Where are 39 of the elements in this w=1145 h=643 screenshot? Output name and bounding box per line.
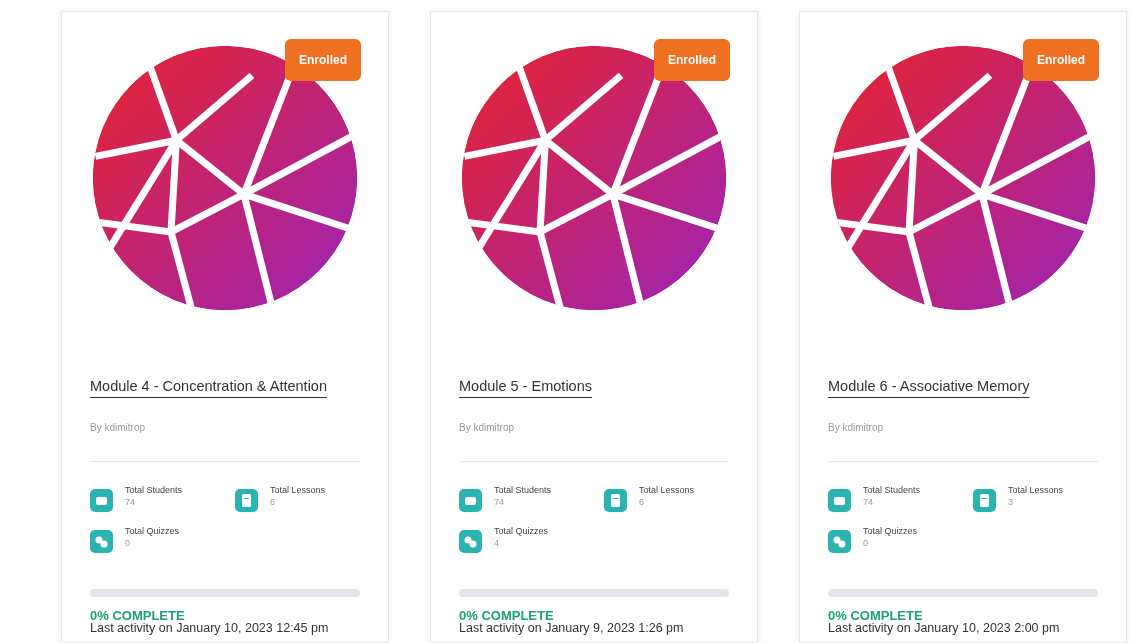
stat-label: Total Lessons: [639, 484, 695, 496]
stat-value: 0: [863, 537, 869, 549]
stat-label: Total Students: [494, 484, 552, 496]
stat-value: 3: [1008, 496, 1014, 508]
progress-label: 0% COMPLETE: [90, 610, 186, 622]
author-text: By kdimitrop: [828, 421, 884, 435]
course-title-link[interactable]: Module 6 - Associative Memory: [828, 376, 1030, 398]
stat-value: 6: [270, 496, 276, 508]
course-title-link[interactable]: Module 4 - Concentration & Attention: [90, 376, 327, 398]
progress-label: 0% COMPLETE: [459, 610, 555, 622]
stat-label: Total Quizzes: [125, 525, 180, 537]
course-title-link[interactable]: Module 5 - Emotions: [459, 376, 592, 398]
book-icon: [235, 489, 258, 512]
book-icon: [973, 489, 996, 512]
book-icon: [604, 489, 627, 512]
stat-label: Total Students: [863, 484, 921, 496]
stat-label: Total Quizzes: [863, 525, 918, 537]
stat-value: 74: [125, 496, 136, 508]
chat-bubbles-icon: [459, 530, 482, 553]
enrolled-badge: Enrolled: [285, 39, 361, 81]
stat-value: 4: [494, 537, 500, 549]
last-activity-text: Last activity on January 10, 2023 2:00 pm: [828, 622, 1061, 635]
stat-value: 74: [863, 496, 874, 508]
stat-value: 6: [639, 496, 645, 508]
author-text: By kdimitrop: [90, 421, 146, 435]
stat-label: Total Lessons: [1008, 484, 1064, 496]
last-activity-text: Last activity on January 10, 2023 12:45 pm: [90, 622, 330, 635]
chat-bubbles-icon: [828, 530, 851, 553]
stat-label: Total Lessons: [270, 484, 326, 496]
enrolled-badge: Enrolled: [1023, 39, 1099, 81]
stat-value: 0: [125, 537, 131, 549]
progress-label: 0% COMPLETE: [828, 610, 924, 622]
last-activity-text: Last activity on January 9, 2023 1:26 pm: [459, 622, 685, 635]
stat-value: 74: [494, 496, 505, 508]
enrolled-badge: Enrolled: [654, 39, 730, 81]
author-text: By kdimitrop: [459, 421, 515, 435]
stat-label: Total Quizzes: [494, 525, 549, 537]
stat-label: Total Students: [125, 484, 183, 496]
chat-bubbles-icon: [90, 530, 113, 553]
